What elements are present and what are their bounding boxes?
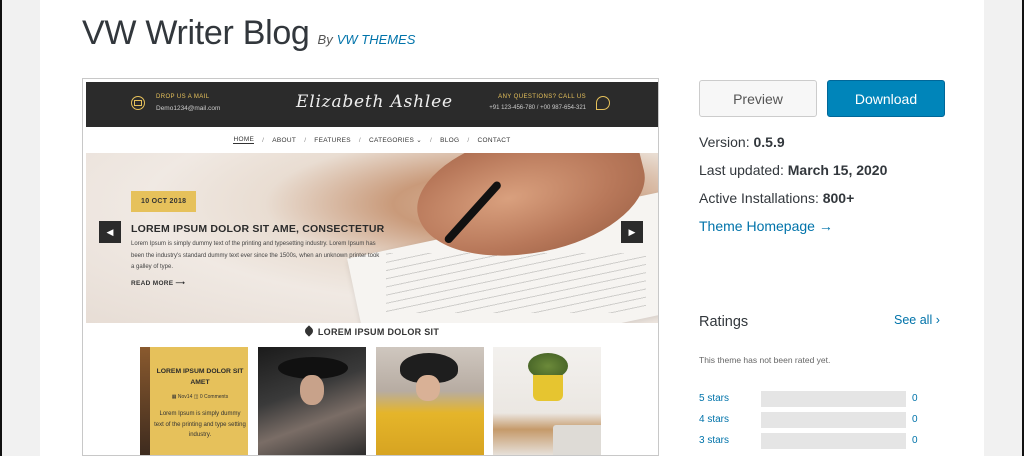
installs-label: Active Installations: — [699, 190, 823, 206]
section-title-text: LOREM IPSUM DOLOR SIT — [317, 327, 440, 337]
version-info: Version: 0.5.9 — [699, 134, 785, 150]
rating-label[interactable]: 4 stars — [699, 414, 729, 425]
not-rated-text: This theme has not been rated yet. — [699, 355, 831, 365]
post-side-image — [140, 347, 150, 455]
version-label: Version: — [699, 134, 754, 150]
preview-section-title: LOREM IPSUM DOLOR SIT — [86, 325, 658, 337]
slider-prev-icon: ◀ — [99, 221, 121, 243]
last-updated-info: Last updated: March 15, 2020 — [699, 162, 887, 178]
preview-post-image — [258, 347, 366, 455]
nav-separator: / — [430, 136, 433, 144]
questions-label: ANY QUESTIONS? CALL US — [498, 94, 586, 100]
installations-info: Active Installations: 800+ — [699, 190, 854, 206]
updated-value: March 15, 2020 — [787, 162, 888, 178]
nav-separator: / — [358, 136, 361, 144]
installs-value: 800+ — [822, 190, 855, 206]
rating-count[interactable]: 0 — [912, 414, 918, 425]
ratings-heading: Ratings — [699, 314, 749, 330]
slider-next-icon: ▶ — [621, 221, 643, 243]
rating-bar — [761, 391, 906, 407]
preview-post-card: LOREM IPSUM DOLOR SIT AMET ▦ Nov14 ◫ 0 C… — [140, 347, 248, 455]
by-label: By — [317, 32, 333, 47]
phone-icon — [596, 96, 610, 110]
see-all-ratings-link[interactable]: See all › — [894, 313, 940, 327]
theme-title: VW Writer Blog — [82, 14, 310, 52]
preview-nav-item: FEATURES — [314, 136, 351, 144]
theme-screenshot: DROP US A MAIL Demo1234@mail.com Elizabe… — [82, 78, 659, 456]
hero-text: Lorem Ipsum is simply dummy text of the … — [131, 241, 380, 270]
rating-bar — [761, 433, 906, 449]
mail-icon — [131, 96, 145, 110]
preview-nav-item: ABOUT — [272, 136, 297, 144]
rating-count[interactable]: 0 — [912, 435, 918, 446]
preview-post-image — [376, 347, 484, 455]
rating-count[interactable]: 0 — [912, 393, 918, 404]
post-title: LOREM IPSUM DOLOR SIT AMET — [156, 368, 244, 386]
rating-row-5: 5 stars 0 — [699, 391, 943, 407]
version-value: 0.5.9 — [753, 134, 785, 150]
window-frame-left — [0, 0, 2, 456]
drop-mail-value: Demo1234@mail.com — [156, 105, 221, 112]
preview-post-image — [493, 347, 601, 455]
nav-separator: / — [262, 136, 265, 144]
face-shape — [416, 375, 440, 401]
hero-title: LOREM IPSUM DOLOR SIT AME, CONSECTETUR — [131, 223, 385, 235]
rating-label[interactable]: 3 stars — [699, 435, 729, 446]
preview-site-name: Elizabeth Ashlee — [296, 92, 453, 112]
nav-separator: / — [304, 136, 307, 144]
theme-homepage-link[interactable]: Theme Homepage → — [699, 218, 833, 234]
preview-button[interactable]: Preview — [699, 80, 817, 117]
preview-nav-item: HOME — [233, 136, 255, 144]
preview-nav-item: BLOG — [440, 136, 460, 144]
theme-card: VW Writer Blog By VW THEMES DROP US A MA… — [40, 0, 984, 456]
rating-label[interactable]: 5 stars — [699, 393, 729, 404]
updated-label: Last updated: — [699, 162, 788, 178]
hero-music-lines — [386, 253, 646, 313]
preview-site-nav: HOME / ABOUT / FEATURES / CATEGORIES ⌄ /… — [86, 127, 658, 153]
hero-read-more: READ MORE ⟶ — [131, 280, 186, 287]
rating-row-4: 4 stars 0 — [699, 412, 943, 428]
face-shape — [300, 375, 324, 405]
theme-header: VW Writer Blog By VW THEMES — [82, 14, 415, 53]
preview-nav-item: CATEGORIES ⌄ — [369, 137, 422, 144]
questions-value: +91 123-456-780 / +00 987-654-321 — [489, 105, 586, 111]
download-button[interactable]: Download — [827, 80, 945, 117]
pot-shape — [533, 375, 563, 401]
nav-separator: / — [467, 136, 470, 144]
post-meta: ▦ Nov14 ◫ 0 Comments — [171, 394, 229, 400]
post-text: Lorem Ipsum is simply dummy text of the … — [154, 411, 246, 438]
hero-date-badge: 10 OCT 2018 — [131, 191, 197, 212]
preview-nav-item: CONTACT — [477, 136, 511, 144]
pen-icon — [303, 325, 315, 337]
laptop-shape — [553, 425, 601, 455]
author-link[interactable]: VW THEMES — [337, 32, 416, 47]
rating-row-3: 3 stars 0 — [699, 433, 943, 449]
preview-site-header: DROP US A MAIL Demo1234@mail.com Elizabe… — [86, 82, 658, 127]
drop-mail-label: DROP US A MAIL — [156, 94, 210, 100]
rating-bar — [761, 412, 906, 428]
preview-hero-slider: 10 OCT 2018 LOREM IPSUM DOLOR SIT AME, C… — [86, 153, 658, 323]
